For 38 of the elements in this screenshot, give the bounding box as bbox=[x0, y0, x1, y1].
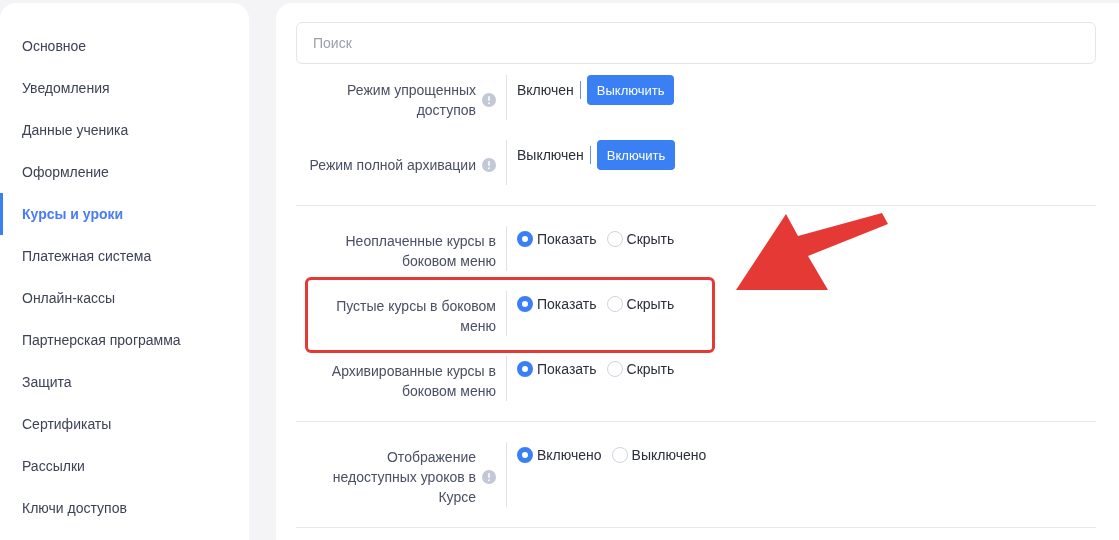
radio-button[interactable] bbox=[517, 447, 533, 463]
setting-label: Неоплаченные курсы в боковом меню bbox=[344, 232, 496, 271]
sidebar-item[interactable]: Данные ученика bbox=[0, 109, 129, 151]
setting-label: Отображение недоступных уроков в Курсе bbox=[331, 448, 476, 507]
radio-label: Скрыть bbox=[626, 295, 675, 314]
setting-label: Пустые курсы в боковом меню bbox=[335, 297, 496, 336]
setting-label: Архивированные курсы в боковом меню bbox=[330, 362, 496, 401]
search-field[interactable]: Поиск bbox=[296, 22, 1096, 64]
sidebar-item[interactable]: Рассылки bbox=[0, 445, 85, 487]
info-icon[interactable] bbox=[482, 93, 496, 107]
info-icon[interactable] bbox=[482, 470, 496, 484]
radio-button[interactable] bbox=[517, 296, 533, 312]
sidebar-item[interactable]: Сертификаты bbox=[0, 403, 112, 445]
sidebar-item[interactable]: Онлайн-кассы bbox=[0, 277, 116, 319]
status-text: Включен bbox=[517, 81, 574, 100]
radio-label: Включено bbox=[537, 446, 602, 465]
sidebar-item[interactable]: Партнерская программа bbox=[0, 319, 181, 361]
toggle-button[interactable]: Выключить bbox=[586, 75, 675, 105]
radio-label: Выключено bbox=[631, 446, 707, 465]
sidebar-item[interactable]: Курсы и уроки bbox=[0, 193, 124, 235]
radio-label: Показать bbox=[537, 295, 597, 314]
radio-label: Показать bbox=[537, 360, 597, 379]
info-icon[interactable] bbox=[482, 158, 496, 172]
toggle-button[interactable]: Включить bbox=[596, 140, 676, 170]
setting-label: Режим полной архивации bbox=[309, 156, 476, 175]
radio-button[interactable] bbox=[517, 361, 533, 377]
sidebar-item[interactable]: Платежная система bbox=[0, 235, 152, 277]
sidebar-item[interactable]: Ключи доступов bbox=[0, 487, 127, 529]
sidebar-item[interactable]: Уведомления bbox=[0, 67, 110, 109]
status-text: Выключен bbox=[517, 146, 584, 165]
sidebar-item[interactable]: Основное bbox=[0, 25, 87, 67]
radio-label: Скрыть bbox=[626, 360, 675, 379]
radio-button[interactable] bbox=[517, 231, 533, 247]
sidebar-item[interactable]: Защита bbox=[0, 361, 72, 403]
radio-label: Скрыть bbox=[626, 230, 675, 249]
setting-label: Режим упрощенных доступов bbox=[346, 81, 476, 120]
radio-label: Показать bbox=[537, 230, 597, 249]
sidebar-item[interactable]: Оформление bbox=[0, 151, 109, 193]
